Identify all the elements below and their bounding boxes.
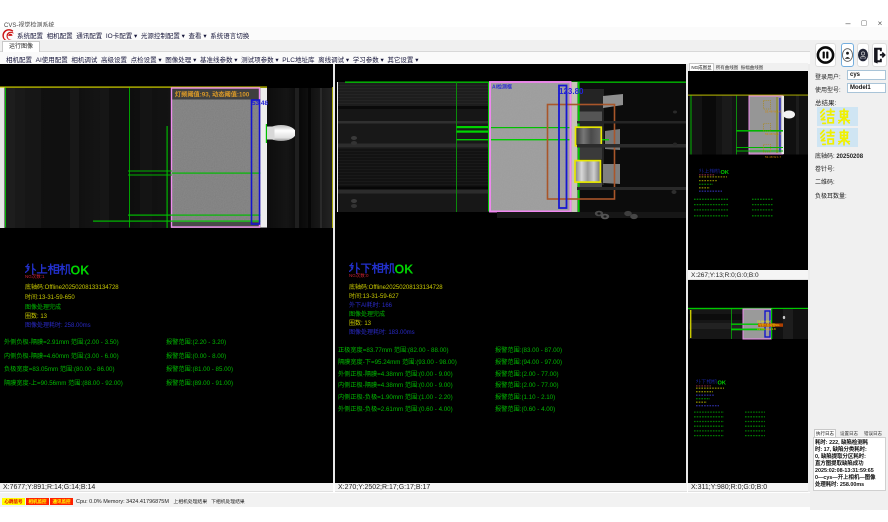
- svg-text:53.48 W:1.7: 53.48 W:1.7: [765, 132, 781, 136]
- svg-text:OK: OK: [721, 170, 729, 176]
- svg-text:53.48 W:1.6: 53.48 W:1.6: [765, 110, 781, 114]
- svg-text:53.48: 53.48: [252, 100, 268, 107]
- svg-text:OK: OK: [718, 380, 726, 386]
- svg-text:123.80: 123.80: [559, 87, 584, 96]
- svg-text:12.04 ang 1.8: 12.04 ang 1.8: [757, 327, 776, 331]
- svg-text:AI检测框: AI检测框: [492, 84, 512, 91]
- svg-text:OK: OK: [71, 264, 90, 277]
- svg-text:53.48 W:1.7: 53.48 W:1.7: [765, 155, 781, 159]
- svg-text:OK: OK: [395, 263, 414, 276]
- svg-text:灯频阈值:93, 动态阈值:100: 灯频阈值:93, 动态阈值:100: [175, 91, 250, 99]
